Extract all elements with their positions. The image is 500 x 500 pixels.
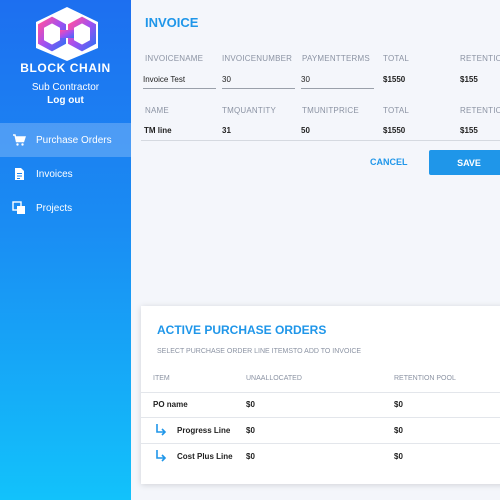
- line-unit-price-value: 50: [301, 126, 310, 135]
- line-quantity-value: 31: [222, 126, 231, 135]
- card-subtitle: SELECT PURCHASE ORDER LINE ITEMSTO ADD T…: [157, 348, 362, 355]
- page-title: INVOICE: [145, 15, 199, 30]
- column-label: TOTAL: [383, 54, 410, 63]
- column-header-item: ITEM: [153, 375, 170, 382]
- divider: [141, 140, 500, 141]
- divider: [141, 392, 500, 393]
- column-label: PAYMENTTERMS: [302, 54, 370, 63]
- document-icon: [12, 167, 26, 181]
- invoice-total-value: $1550: [383, 75, 406, 84]
- save-button-label: SAVE: [457, 157, 481, 168]
- copy-squares-icon: [12, 201, 26, 215]
- column-header-unallocated: UNAALLOCATED: [246, 375, 302, 382]
- line-retention-pool-value: $0: [394, 426, 403, 435]
- card-title: ACTIVE PURCHASE ORDERS: [157, 323, 327, 337]
- sidebar: BLOCK CHAIN Sub Contractor Log out Purch…: [0, 0, 131, 500]
- save-button[interactable]: SAVE: [429, 150, 500, 175]
- line-unallocated-value: $0: [246, 452, 255, 461]
- line-item-name[interactable]: Progress Line: [177, 426, 230, 435]
- line-unallocated-value: $0: [246, 426, 255, 435]
- invoice-retention-value: $155: [460, 75, 478, 84]
- subitem-arrow-icon: [156, 450, 167, 462]
- line-total-value: $1550: [383, 126, 406, 135]
- user-role: Sub Contractor: [31, 82, 100, 93]
- sidebar-item-invoices[interactable]: Invoices: [0, 157, 131, 191]
- line-name-value: TM line: [144, 126, 172, 135]
- column-header-retention-pool: RETENTION POOL: [394, 375, 456, 382]
- line-item-name[interactable]: Cost Plus Line: [177, 452, 233, 461]
- column-label: RETENTION: [460, 54, 500, 63]
- po-retention-pool-value: $0: [394, 400, 403, 409]
- payment-terms-field[interactable]: 30: [301, 74, 374, 89]
- subitem-arrow-icon: [156, 424, 167, 436]
- cart-icon: [12, 133, 26, 147]
- po-unallocated-value: $0: [246, 400, 255, 409]
- divider: [141, 417, 500, 418]
- sidebar-item-projects[interactable]: Projects: [0, 191, 131, 225]
- divider: [141, 443, 500, 444]
- sidebar-item-label: Purchase Orders: [36, 134, 112, 146]
- column-label: RETENTION: [460, 106, 500, 115]
- cancel-button[interactable]: CANCEL: [370, 157, 408, 167]
- invoice-number-field[interactable]: 30: [222, 74, 295, 89]
- logout-link[interactable]: Log out: [0, 95, 131, 106]
- column-label: INVOICENUMBER: [222, 54, 293, 63]
- sidebar-item-label: Invoices: [36, 168, 73, 180]
- column-label: TOTAL: [383, 106, 410, 115]
- column-label: NAME: [145, 106, 169, 115]
- column-label: TMQUANTITY: [222, 106, 276, 115]
- invoice-name-field[interactable]: Invoice Test: [143, 74, 216, 89]
- main-content: INVOICE INVOICENAME INVOICENUMBER PAYMEN…: [131, 0, 500, 500]
- block-chain-logo-icon: [36, 7, 98, 61]
- active-purchase-orders-card: ACTIVE PURCHASE ORDERS SELECT PURCHASE O…: [141, 306, 500, 484]
- sidebar-item-label: Projects: [36, 202, 73, 214]
- sidebar-item-purchase-orders[interactable]: Purchase Orders: [0, 123, 131, 157]
- brand-name: BLOCK CHAIN: [20, 61, 111, 75]
- column-label: TMUNITPRICE: [302, 106, 359, 115]
- line-retention-value: $155: [460, 126, 478, 135]
- line-retention-pool-value: $0: [394, 452, 403, 461]
- po-item-name[interactable]: PO name: [153, 400, 188, 409]
- column-label: INVOICENAME: [145, 54, 204, 63]
